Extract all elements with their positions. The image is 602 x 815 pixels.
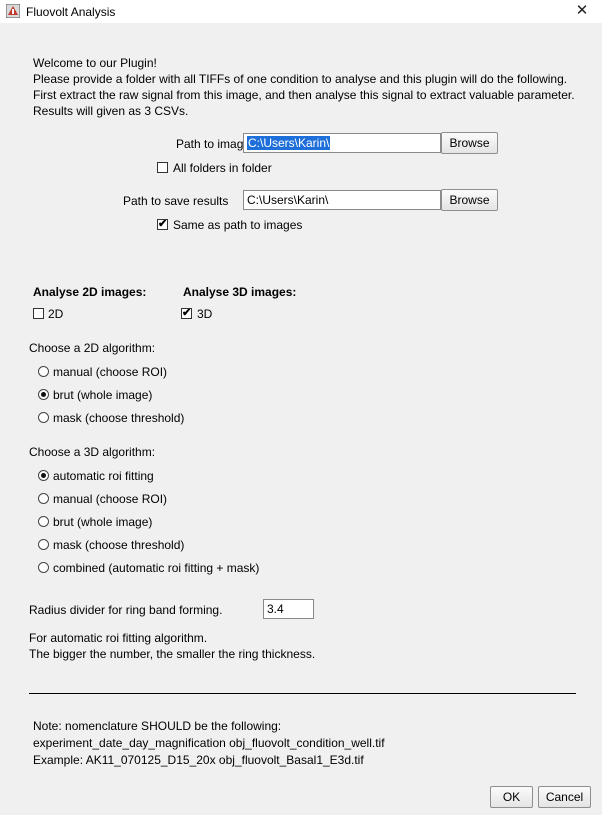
algo-3d-mask-radio[interactable]: [38, 539, 49, 550]
nomenclature-note: Note: nomenclature SHOULD be the followi…: [33, 718, 385, 769]
note-line: Note: nomenclature SHOULD be the followi…: [33, 719, 282, 733]
algo-2d-manual-radio[interactable]: [38, 366, 49, 377]
algo-2d-mask-radio[interactable]: [38, 412, 49, 423]
radius-help-line: For automatic roi fitting algorithm.: [29, 631, 208, 645]
algo-3d-manual-label: manual (choose ROI): [53, 492, 168, 506]
browse-images-button[interactable]: Browse: [441, 132, 498, 154]
intro-line: Please provide a folder with all TIFFs o…: [33, 72, 568, 86]
ok-button[interactable]: OK: [490, 786, 533, 808]
algo-3d-mask-label: mask (choose threshold): [53, 538, 185, 552]
algo-3d-brut-radio[interactable]: [38, 516, 49, 527]
analyse-3d-checkbox[interactable]: ✔: [181, 308, 192, 319]
algo-2d-brut-label: brut (whole image): [53, 388, 153, 402]
cancel-button[interactable]: Cancel: [538, 786, 591, 808]
images-path-input[interactable]: C:\Users\Karin\: [243, 133, 441, 153]
intro-line: Welcome to our Plugin!: [33, 56, 157, 70]
analyse-2d-checkbox[interactable]: [33, 308, 44, 319]
algo-2d-heading: Choose a 2D algorithm:: [29, 341, 156, 355]
algo-3d-auto-label: automatic roi fitting: [53, 469, 154, 483]
note-line: Example: AK11_070125_D15_20x obj_fluovol…: [33, 753, 364, 767]
intro-line: First extract the raw signal from this i…: [33, 88, 575, 102]
analyse-3d-heading: Analyse 3D images:: [183, 285, 297, 299]
imagej-app-icon: [6, 4, 20, 18]
radius-help-line: The bigger the number, the smaller the r…: [29, 647, 316, 661]
radius-input[interactable]: 3.4: [263, 599, 314, 619]
algo-3d-combined-radio[interactable]: [38, 562, 49, 573]
images-path-value: C:\Users\Karin\: [247, 136, 331, 150]
results-path-value: C:\Users\Karin\: [247, 193, 329, 207]
algo-2d-brut-radio[interactable]: [38, 389, 49, 400]
window-title: Fluovolt Analysis: [26, 5, 116, 19]
all-folders-checkbox[interactable]: [157, 162, 168, 173]
algo-2d-mask-label: mask (choose threshold): [53, 411, 185, 425]
title-bar: Fluovolt Analysis ✕: [0, 0, 602, 23]
analyse-2d-heading: Analyse 2D images:: [33, 285, 147, 299]
results-path-label: Path to save results: [123, 194, 229, 208]
intro-text: Welcome to our Plugin! Please provide a …: [33, 55, 575, 119]
radius-label: Radius divider for ring band forming.: [29, 603, 223, 617]
note-line: experiment_date_day_magnification obj_fl…: [33, 736, 385, 750]
analyse-3d-label: 3D: [197, 307, 213, 321]
close-icon[interactable]: ✕: [562, 0, 602, 23]
algo-3d-combined-label: combined (automatic roi fitting + mask): [53, 561, 260, 575]
analyse-2d-label: 2D: [48, 307, 64, 321]
algo-3d-manual-radio[interactable]: [38, 493, 49, 504]
all-folders-label: All folders in folder: [173, 161, 272, 175]
algo-2d-manual-label: manual (choose ROI): [53, 365, 168, 379]
same-as-images-label: Same as path to images: [173, 218, 303, 232]
algo-3d-auto-radio[interactable]: [38, 470, 49, 481]
intro-line: Results will given as 3 CSVs.: [33, 104, 189, 118]
algo-3d-heading: Choose a 3D algorithm:: [29, 445, 156, 459]
algo-3d-brut-label: brut (whole image): [53, 515, 153, 529]
separator: [29, 693, 576, 694]
results-path-input[interactable]: C:\Users\Karin\: [243, 190, 441, 210]
radius-value: 3.4: [267, 602, 284, 616]
browse-results-button[interactable]: Browse: [441, 189, 498, 211]
same-as-images-checkbox[interactable]: ✔: [157, 219, 168, 230]
